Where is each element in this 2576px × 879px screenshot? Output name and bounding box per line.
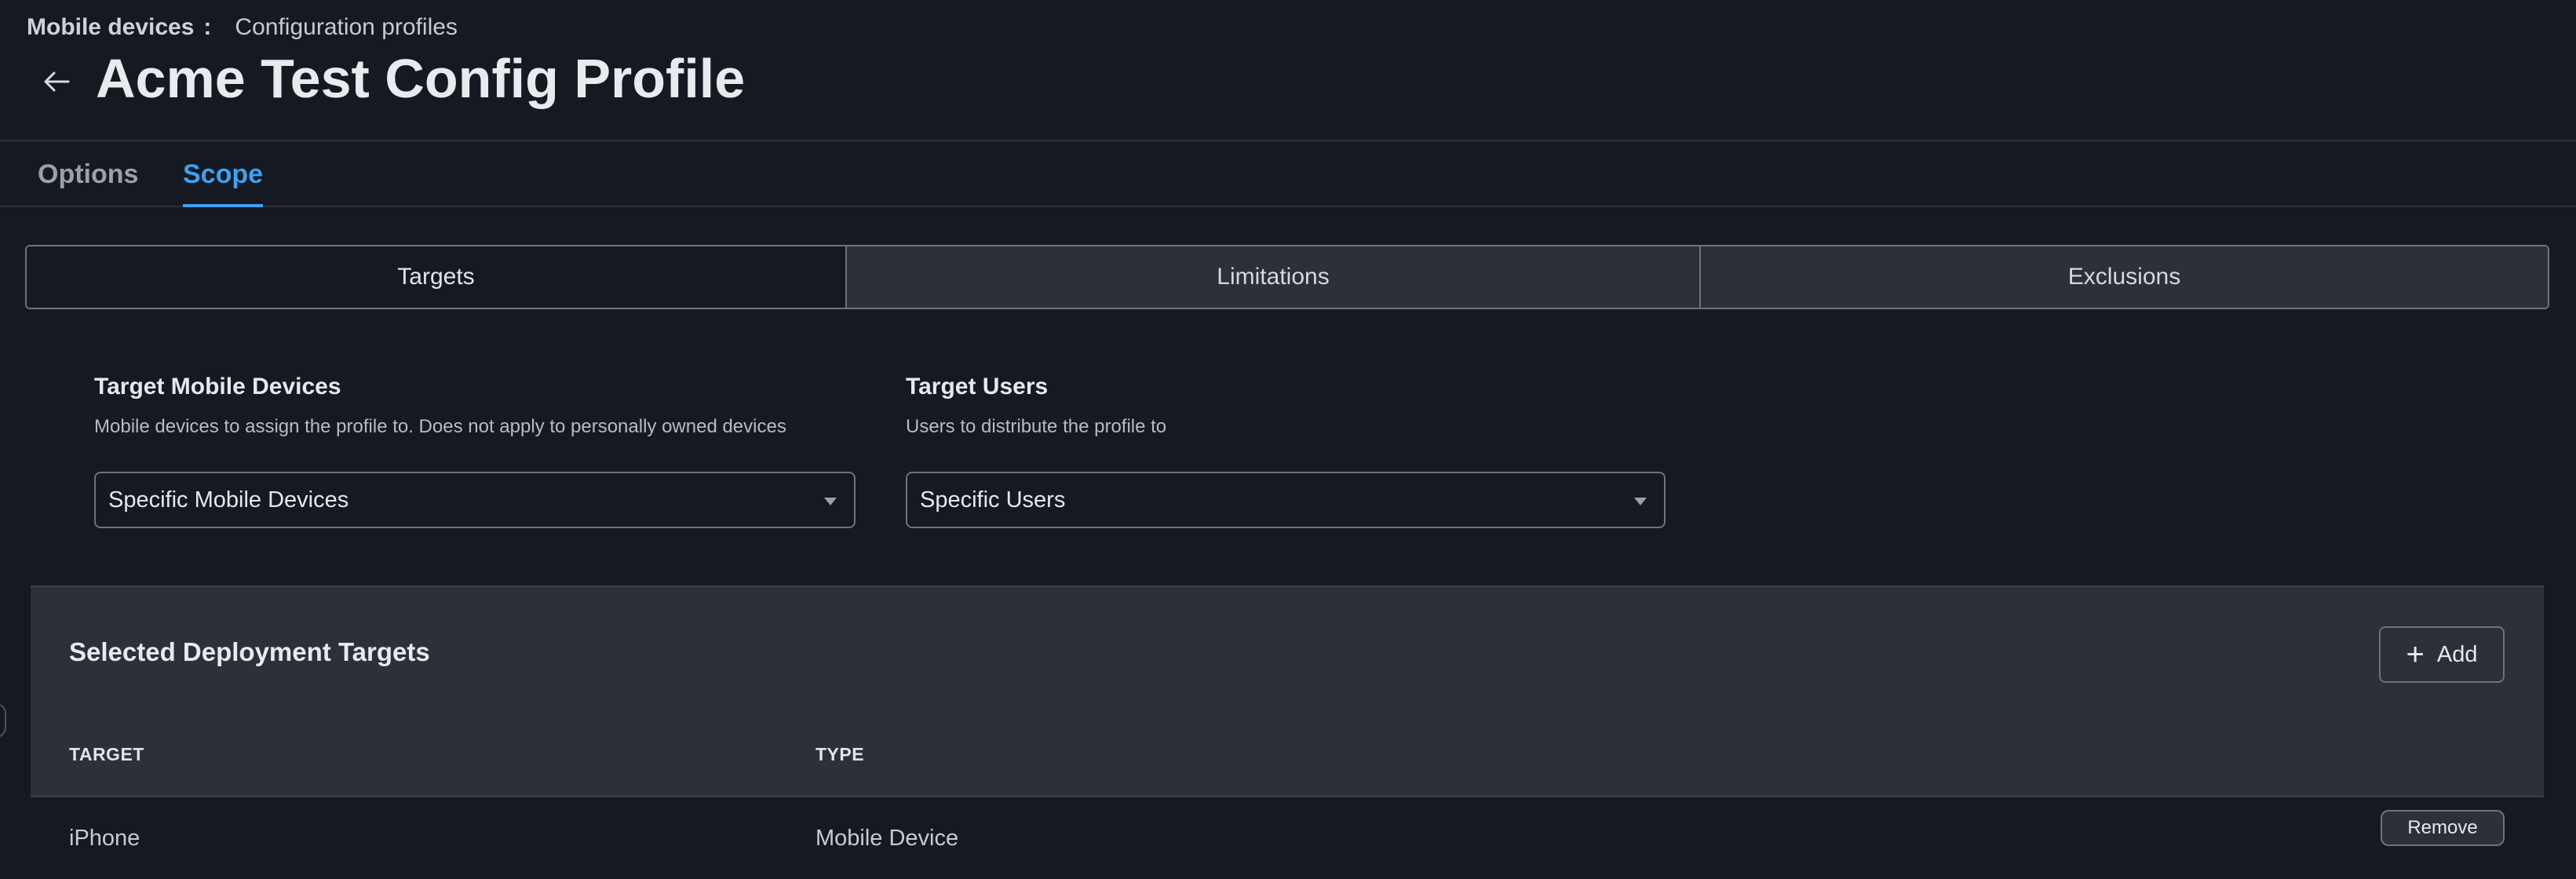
back-button[interactable] bbox=[36, 61, 77, 102]
active-tab-indicator bbox=[183, 204, 264, 207]
target-mobile-devices-select[interactable]: Specific Mobile Devices bbox=[94, 472, 856, 528]
tab-options-label: Options bbox=[38, 159, 139, 189]
caret-down-icon bbox=[824, 498, 837, 505]
deployment-targets-panel: Selected Deployment Targets + Add TARGET… bbox=[31, 585, 2544, 879]
tab-bar: Options Scope bbox=[0, 141, 2576, 207]
row-type-cell: Mobile Device bbox=[815, 826, 959, 851]
segment-targets[interactable]: Targets bbox=[27, 246, 845, 308]
column-header-type: TYPE bbox=[815, 744, 865, 764]
sidebar-toggle-handle[interactable] bbox=[0, 703, 6, 738]
breadcrumb-current[interactable]: Configuration profiles bbox=[235, 14, 458, 41]
remove-target-button[interactable]: Remove bbox=[2381, 810, 2505, 846]
target-mobile-devices-help: Mobile devices to assign the profile to.… bbox=[94, 416, 786, 437]
page-header: Mobile devices : Configuration profiles … bbox=[0, 0, 2576, 141]
remove-target-button-label: Remove bbox=[2407, 817, 2478, 838]
segment-limitations[interactable]: Limitations bbox=[845, 246, 1699, 308]
segment-targets-label: Targets bbox=[397, 264, 475, 290]
target-users-value: Specific Users bbox=[920, 487, 1066, 512]
target-mobile-devices-value: Specific Mobile Devices bbox=[108, 487, 349, 512]
deployment-targets-title: Selected Deployment Targets bbox=[69, 637, 430, 666]
caret-down-icon bbox=[1634, 498, 1647, 505]
breadcrumb: Mobile devices : Configuration profiles bbox=[27, 14, 458, 41]
target-mobile-devices-label: Target Mobile Devices bbox=[94, 374, 341, 399]
tab-options[interactable]: Options bbox=[38, 141, 138, 207]
target-users-label: Target Users bbox=[906, 374, 1049, 399]
scope-segmented-control: Targets Limitations Exclusions bbox=[25, 245, 2549, 309]
tab-scope-label: Scope bbox=[183, 159, 264, 189]
arrow-left-icon bbox=[44, 71, 70, 92]
row-target-cell: iPhone bbox=[69, 826, 140, 851]
target-users-select[interactable]: Specific Users bbox=[906, 472, 1666, 528]
segment-exclusions-label: Exclusions bbox=[2067, 264, 2181, 290]
breadcrumb-separator: : bbox=[203, 14, 212, 40]
segment-limitations-label: Limitations bbox=[1217, 264, 1330, 290]
segment-exclusions[interactable]: Exclusions bbox=[1699, 246, 2548, 308]
breadcrumb-root[interactable]: Mobile devices bbox=[27, 14, 194, 41]
add-target-button[interactable]: + Add bbox=[2379, 626, 2505, 683]
target-users-help: Users to distribute the profile to bbox=[906, 416, 1167, 437]
tab-scope[interactable]: Scope bbox=[183, 141, 264, 207]
column-header-target: TARGET bbox=[69, 744, 144, 764]
page-title: Acme Test Config Profile bbox=[96, 48, 746, 109]
add-target-button-label: Add bbox=[2436, 641, 2478, 667]
plus-icon: + bbox=[2406, 637, 2425, 672]
table-row: iPhone Mobile Device Remove bbox=[31, 796, 2544, 879]
